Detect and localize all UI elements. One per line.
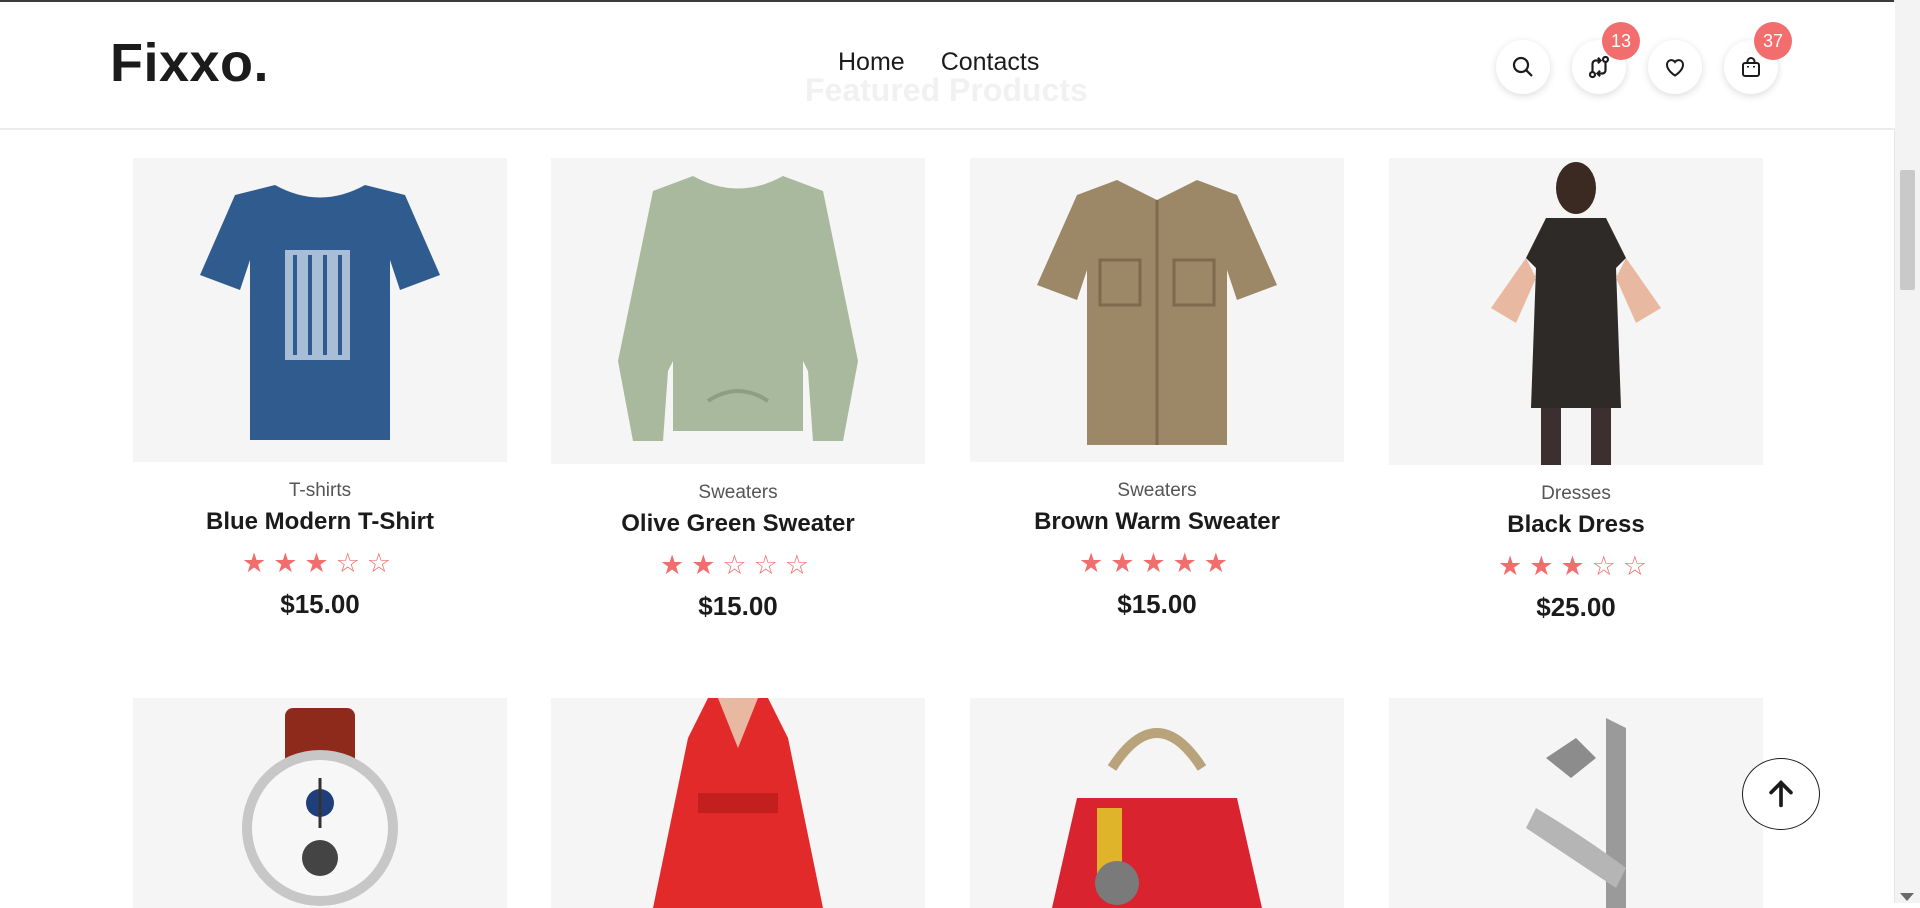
product-price: $25.00: [1536, 592, 1616, 622]
product-rating: ★★★☆☆: [241, 548, 399, 578]
silver-heels-image[interactable]: [1389, 698, 1763, 908]
product-category: Sweaters: [698, 482, 778, 503]
cart-button[interactable]: 37: [1724, 22, 1792, 94]
site-header: Fixxo. Featured Products Home Contacts 1…: [0, 2, 1895, 130]
scroll-to-top-button[interactable]: [1742, 758, 1820, 830]
product-name[interactable]: Brown Warm Sweater: [970, 508, 1344, 536]
product-price: $15.00: [280, 589, 360, 619]
nav-home-link[interactable]: Home: [838, 48, 905, 77]
product-price: $15.00: [698, 591, 778, 621]
red-dress-image[interactable]: [551, 698, 925, 908]
search-button[interactable]: [1496, 40, 1550, 94]
product-card[interactable]: [551, 698, 925, 908]
product-price: $15.00: [1117, 589, 1197, 619]
search-icon: [1512, 56, 1533, 77]
arrow-up-icon: [1769, 780, 1793, 808]
logo[interactable]: Fixxo.: [110, 32, 269, 94]
scroll-down-arrow-icon[interactable]: [1900, 893, 1914, 901]
product-name[interactable]: Blue Modern T-Shirt: [133, 508, 507, 536]
product-card[interactable]: [1389, 698, 1763, 908]
section-title: Featured Products: [805, 72, 1088, 108]
heart-icon: [1666, 59, 1684, 77]
product-card[interactable]: Dresses Black Dress ★★★☆☆ $25.00: [1389, 158, 1763, 623]
product-category: Sweaters: [1117, 480, 1197, 501]
product-rating: ★★★☆☆: [1497, 551, 1655, 581]
header-icons: 13 37: [1496, 22, 1792, 94]
product-name[interactable]: Black Dress: [1389, 511, 1763, 539]
product-card[interactable]: Sweaters Brown Warm Sweater ★★★★★ $15.00: [970, 158, 1344, 620]
watch-image[interactable]: [133, 698, 507, 908]
product-rating: ★★★★★: [1078, 548, 1236, 578]
product-category: Dresses: [1541, 483, 1611, 504]
wishlist-button[interactable]: [1648, 40, 1702, 94]
compare-icon: [1588, 55, 1610, 79]
product-card[interactable]: [970, 698, 1344, 908]
product-card[interactable]: T-shirts Blue Modern T-Shirt ★★★☆☆ $15.0…: [133, 158, 507, 620]
product-card[interactable]: [133, 698, 507, 908]
product-name[interactable]: Olive Green Sweater: [551, 510, 925, 538]
cart-badge: 37: [1754, 22, 1792, 60]
product-image[interactable]: [551, 158, 925, 464]
compare-badge: 13: [1602, 22, 1640, 60]
vertical-scrollbar[interactable]: [1894, 0, 1920, 903]
product-rating: ★★☆☆☆: [659, 550, 817, 580]
product-image[interactable]: [970, 158, 1344, 462]
product-image[interactable]: [1389, 158, 1763, 465]
product-category: T-shirts: [288, 480, 352, 501]
scrollbar-thumb[interactable]: [1900, 170, 1915, 290]
shopping-bag-icon: [1742, 57, 1760, 77]
product-image[interactable]: [133, 158, 507, 462]
main-nav: Home Contacts: [838, 48, 1039, 77]
product-card[interactable]: Sweaters Olive Green Sweater ★★☆☆☆ $15.0…: [551, 158, 925, 622]
compare-button[interactable]: 13: [1572, 22, 1640, 94]
red-handbag-image[interactable]: [970, 698, 1344, 908]
nav-contacts-link[interactable]: Contacts: [941, 48, 1040, 77]
